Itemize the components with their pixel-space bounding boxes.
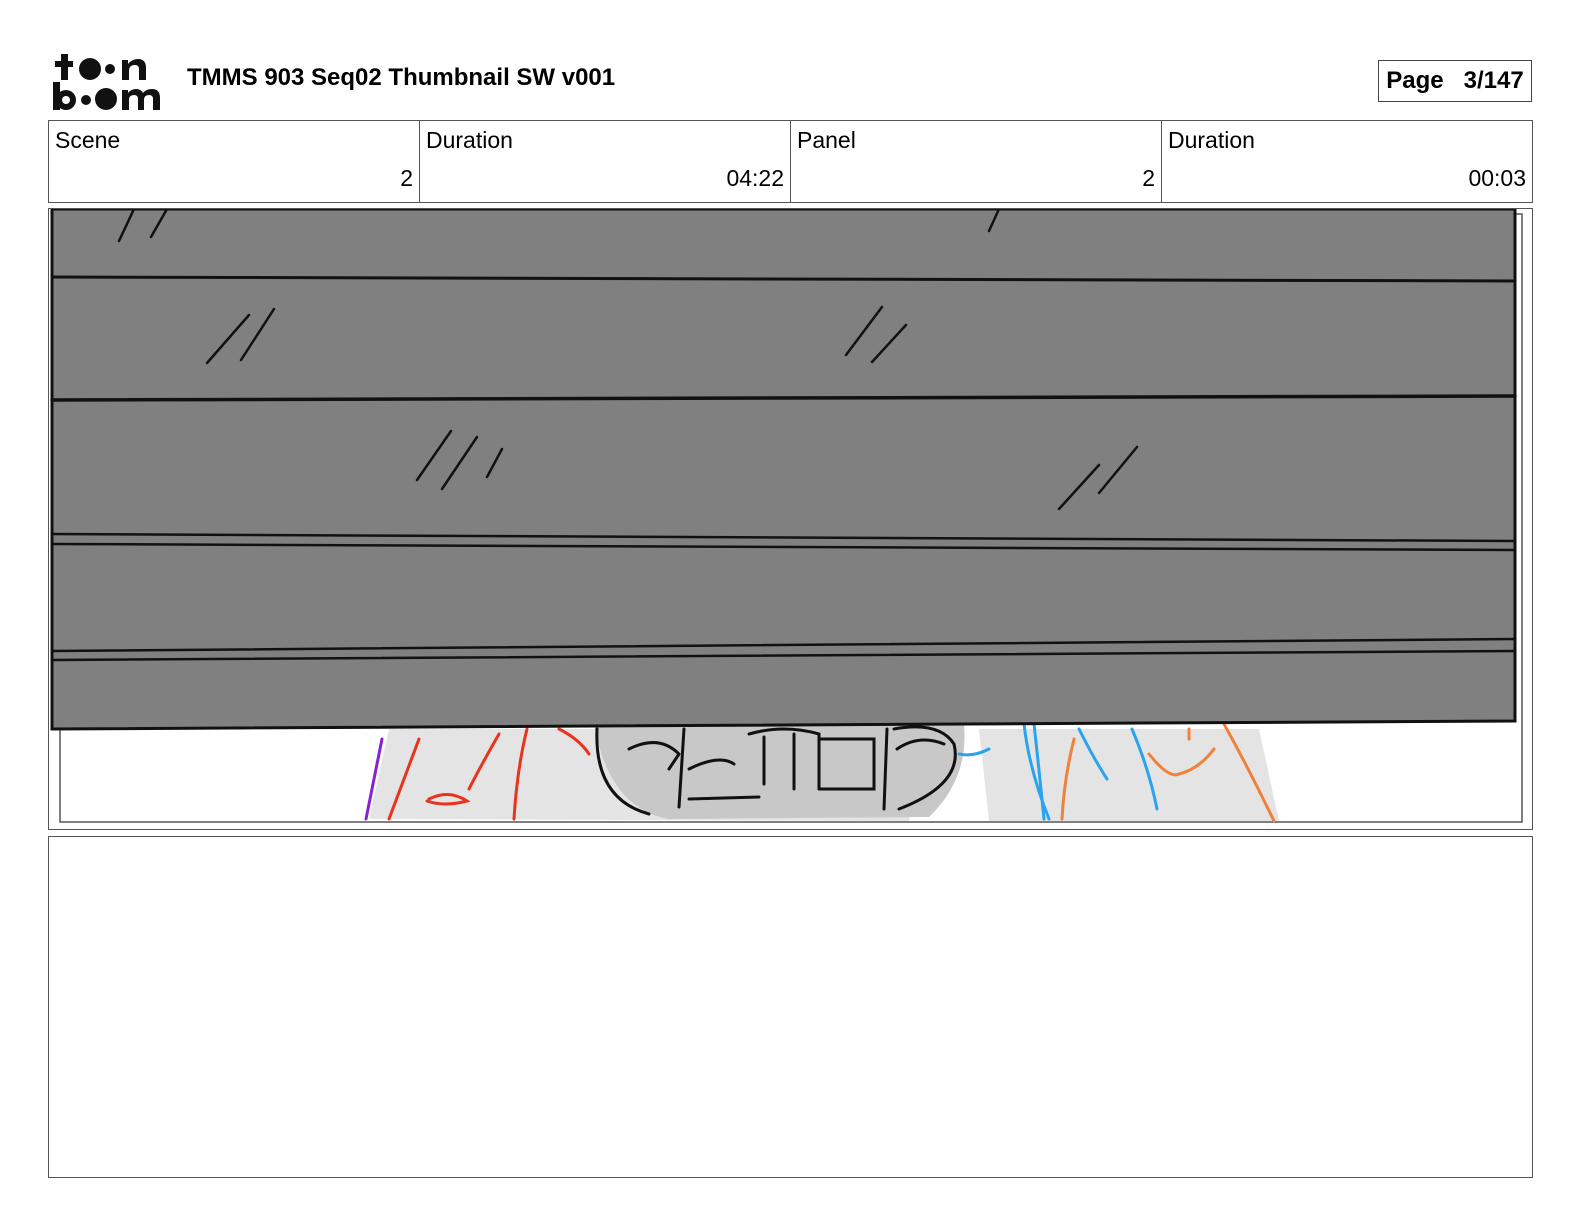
panel-notes-box — [48, 836, 1533, 1178]
scene-cell: Scene 2 — [49, 121, 420, 202]
character-sketch — [364, 722, 1279, 823]
panel-cell: Panel 2 — [791, 121, 1162, 202]
storyboard-panel — [48, 208, 1533, 830]
toon-boom-logo — [50, 50, 165, 112]
panel-duration-label: Duration — [1168, 127, 1255, 153]
panel-duration-cell: Duration 00:03 — [1162, 121, 1532, 202]
scene-duration-label: Duration — [426, 127, 513, 153]
gray-overlay — [50, 209, 1517, 731]
panel-label: Panel — [797, 127, 856, 153]
page-label: Page — [1386, 67, 1444, 94]
page-number: 3/147 — [1463, 67, 1524, 94]
scene-duration-cell: Duration 04:22 — [420, 121, 791, 202]
panel-duration-value: 00:03 — [1468, 165, 1526, 191]
scene-label: Scene — [55, 127, 121, 153]
page-indicator: Page 3/147 — [1378, 60, 1532, 102]
scene-value: 2 — [400, 165, 413, 191]
scene-duration-value: 04:22 — [726, 165, 784, 191]
document-title: TMMS 903 Seq02 Thumbnail SW v001 — [187, 64, 616, 91]
storyboard-sketch — [50, 209, 1523, 823]
panel-value: 2 — [1142, 165, 1155, 191]
panel-info-table: Scene 2 Duration 04:22 Panel 2 Duration … — [48, 120, 1533, 203]
